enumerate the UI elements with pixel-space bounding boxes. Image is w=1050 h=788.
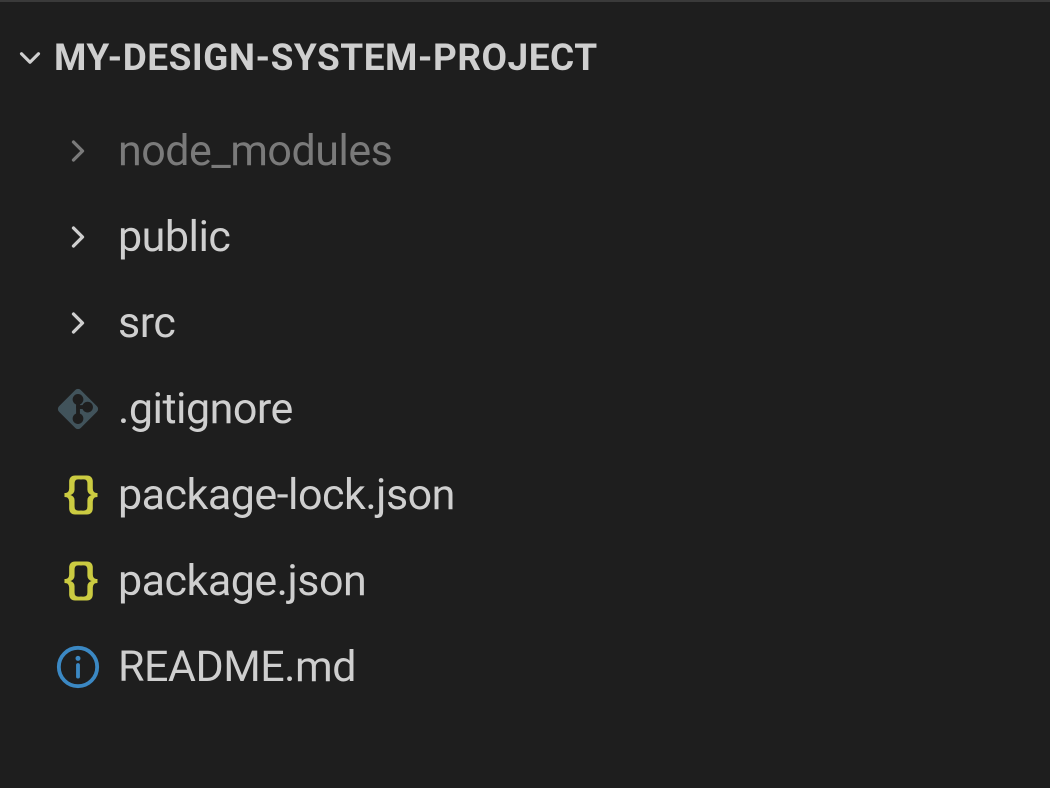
git-icon [50,381,106,437]
folder-src[interactable]: src [0,280,1050,366]
file-explorer: MY-DESIGN-SYSTEM-PROJECT node_modules pu… [0,2,1050,710]
chevron-right-icon [50,295,106,351]
info-icon [50,639,106,695]
file-readme-md[interactable]: README.md [0,624,1050,710]
folder-label: src [118,298,175,348]
folder-node-modules[interactable]: node_modules [0,108,1050,194]
folder-label: public [118,212,230,262]
folder-public[interactable]: public [0,194,1050,280]
project-header[interactable]: MY-DESIGN-SYSTEM-PROJECT [0,30,1050,86]
project-title: MY-DESIGN-SYSTEM-PROJECT [54,37,598,80]
file-package-json[interactable]: { } package.json [0,538,1050,624]
folder-label: node_modules [118,126,392,176]
chevron-right-icon [50,123,106,179]
file-label: README.md [118,642,356,692]
file-label: .gitignore [118,384,293,434]
file-label: package-lock.json [118,470,455,520]
chevron-down-icon [12,40,48,76]
file-label: package.json [118,556,366,606]
json-icon: { } [50,553,106,609]
chevron-right-icon [50,209,106,265]
file-gitignore[interactable]: .gitignore [0,366,1050,452]
file-tree: node_modules public src [0,86,1050,710]
file-package-lock-json[interactable]: { } package-lock.json [0,452,1050,538]
json-icon: { } [50,467,106,523]
